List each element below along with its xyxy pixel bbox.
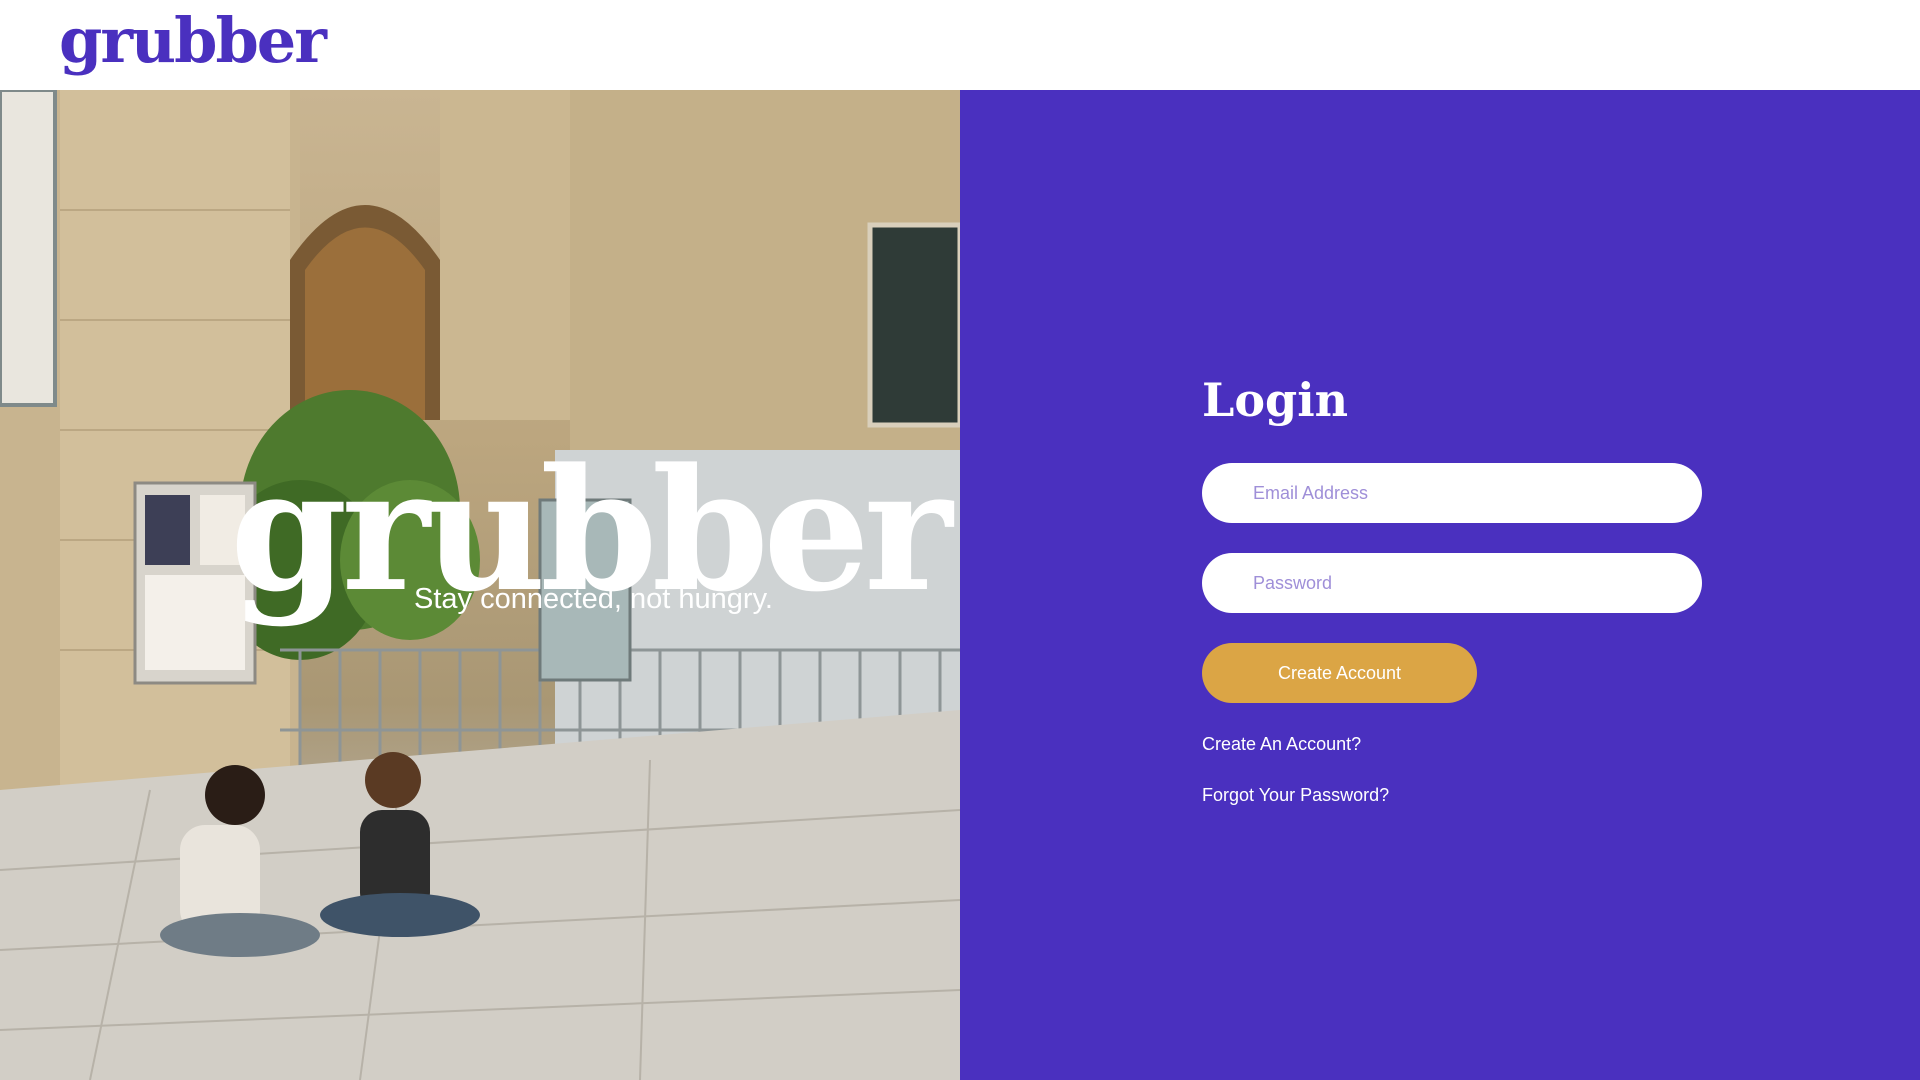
password-field[interactable] xyxy=(1202,553,1702,613)
login-panel: Login Create Account Create An Account? … xyxy=(960,90,1920,1080)
email-field[interactable] xyxy=(1202,463,1702,523)
create-account-button[interactable]: Create Account xyxy=(1202,643,1477,703)
create-account-link[interactable]: Create An Account? xyxy=(1202,733,1361,755)
top-bar: grubber xyxy=(0,0,1920,90)
forgot-password-link[interactable]: Forgot Your Password? xyxy=(1202,784,1389,806)
login-title: Login xyxy=(1202,373,1349,427)
brand-logo[interactable]: grubber xyxy=(59,2,327,80)
hero-image: grubber Stay connected, not hungry. xyxy=(0,90,960,1080)
hero-tagline: Stay connected, not hungry. xyxy=(414,583,773,615)
